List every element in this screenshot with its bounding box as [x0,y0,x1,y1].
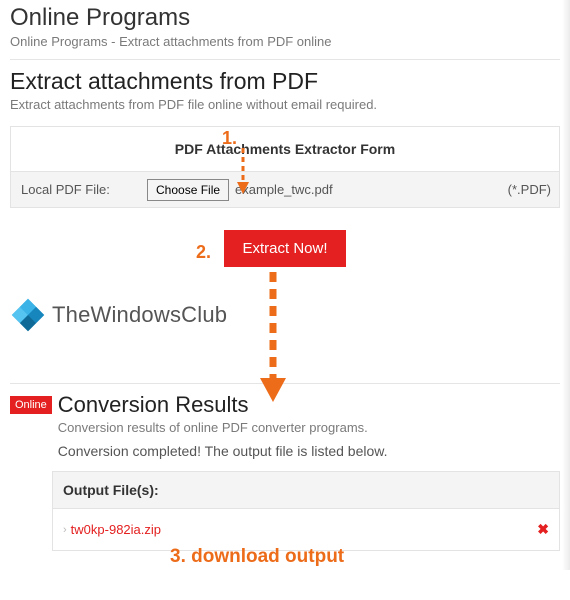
online-badge: Online [10,396,52,414]
chevron-right-icon: › [63,524,67,536]
results-title: Conversion Results [58,392,560,418]
form-heading: PDF Attachments Extractor Form [11,127,559,172]
output-file-link[interactable]: tw0kp-982ia.zip [71,522,161,537]
output-heading: Output File(s): [53,472,559,509]
file-label: Local PDF File: [11,172,141,207]
watermark-text: TheWindowsClub [52,302,227,328]
form-row-file: Local PDF File: Choose File example_twc.… [11,172,559,207]
extract-wrap: Extract Now! [10,230,560,267]
scrollbar-shadow [562,0,570,570]
delete-output-icon[interactable]: ✖ [537,521,549,538]
watermark: TheWindowsClub [10,297,560,333]
section-desc: Extract attachments from PDF file online… [10,97,560,112]
section-title: Extract attachments from PDF [10,68,560,95]
windows-logo-icon [10,297,46,333]
extractor-form: PDF Attachments Extractor Form Local PDF… [10,126,560,208]
results-desc: Conversion results of online PDF convert… [58,420,560,435]
choose-file-button[interactable]: Choose File [147,179,229,201]
selected-filename: example_twc.pdf [235,182,333,197]
file-ext-hint: (*.PDF) [499,172,559,207]
page-title: Online Programs [10,4,560,32]
divider [10,59,560,60]
page-subtitle: Online Programs - Extract attachments fr… [10,34,560,49]
extract-button[interactable]: Extract Now! [224,230,345,267]
results-status: Conversion completed! The output file is… [58,443,560,459]
output-row: › tw0kp-982ia.zip ✖ [53,509,559,550]
page-header: Online Programs Online Programs - Extrac… [10,4,560,49]
results-header: Online Conversion Results Conversion res… [10,392,560,459]
output-box: Output File(s): › tw0kp-982ia.zip ✖ [52,471,560,551]
file-input-cell: Choose File example_twc.pdf [141,173,499,207]
divider [10,383,560,384]
